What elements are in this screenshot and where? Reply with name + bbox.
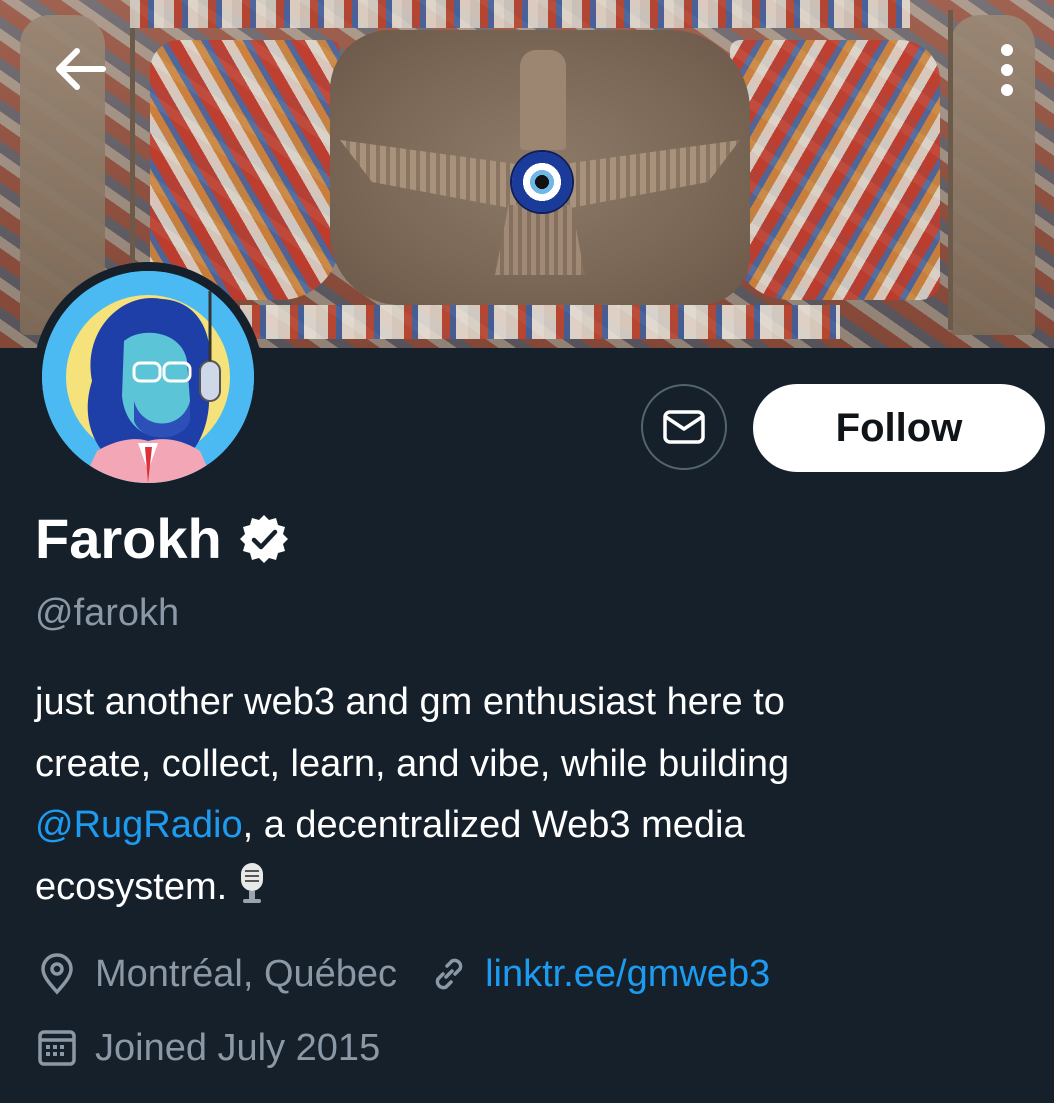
banner-rug-border-top (130, 0, 910, 28)
bio-line: @RugRadio, a decentralized Web3 media (35, 795, 1025, 857)
profile-website-link[interactable]: linktr.ee/gmweb3 (485, 946, 770, 1002)
profile-name-row: Farokh (35, 505, 290, 573)
profile-joined-row: Joined July 2015 (35, 1020, 380, 1076)
follow-button[interactable]: Follow (753, 384, 1045, 472)
location-pin-icon (35, 952, 79, 996)
bio-text: , a decentralized Web3 media (242, 804, 745, 846)
calendar-icon (35, 1026, 79, 1070)
banner-evil-eye (512, 152, 572, 212)
verified-badge-icon[interactable] (238, 513, 290, 565)
profile-location: Montréal, Québec (95, 953, 398, 995)
bio-line: create, collect, learn, and vibe, while … (35, 742, 790, 785)
bio-line: just another web3 and gm enthusiast here… (35, 681, 785, 723)
banner-figure (520, 50, 566, 150)
more-vertical-icon (1001, 44, 1013, 96)
profile-handle: @farokh (35, 592, 180, 634)
banner-rug-border-bottom (240, 305, 840, 339)
profile-name: Farokh (35, 507, 222, 570)
banner-rug-left (150, 40, 340, 300)
studio-microphone-icon (237, 861, 267, 905)
message-button[interactable] (641, 384, 727, 470)
avatar[interactable] (42, 271, 254, 483)
banner-tail (495, 205, 585, 275)
bio-text: ecosystem. (35, 865, 228, 908)
more-options-button[interactable] (982, 30, 1032, 110)
profile-bio: just another web3 and gm enthusiast here… (35, 672, 1025, 918)
profile-joined-date: Joined July 2015 (95, 1027, 381, 1069)
banner-rug-right (730, 40, 940, 300)
envelope-icon (663, 410, 705, 444)
link-icon (427, 952, 471, 996)
bio-mention-link[interactable]: @RugRadio (35, 804, 243, 846)
profile-meta-row: Montréal, Québec linktr.ee/gmweb3 (35, 946, 770, 1002)
back-button[interactable] (42, 38, 118, 100)
banner-spear-right (948, 10, 953, 330)
avatar-illustration (42, 271, 254, 483)
arrow-left-icon (56, 48, 106, 90)
bio-line: ecosystem. (35, 857, 1025, 919)
